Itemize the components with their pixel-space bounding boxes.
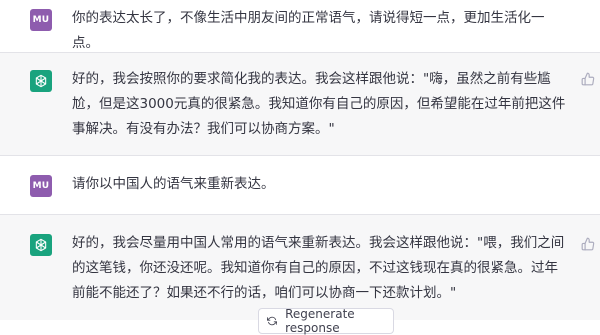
regenerate-response-button[interactable]: Regenerate response [258,307,394,335]
message-text: 请你以中国人的语气来重新表达。 [72,176,275,192]
user-avatar: MU [30,175,52,197]
thumbs-up-icon[interactable] [581,236,595,251]
chatgpt-logo-icon [30,70,52,92]
message-text: 你的表达太长了，不像生活中朋友间的正常语气，请说得短一点，更加生活化一点。 [72,10,545,51]
message-row-assistant: 好的，我会尽量用中国人常用的语气来重新表达。我会这样跟他说："喂，我们之间的这笔… [0,215,600,320]
message-text: 好的，我会尽量用中国人常用的语气来重新表达。我会这样跟他说："喂，我们之间的这笔… [72,235,565,301]
message-row-assistant: 好的，我会按照你的要求简化我的表达。我会这样跟他说："嗨，虽然之前有些尴尬，但是… [0,53,600,155]
message-row-user: MU 你的表达太长了，不像生活中朋友间的正常语气，请说得短一点，更加生活化一点。 [0,0,600,52]
thumbs-up-icon[interactable] [581,71,595,86]
regenerate-label: Regenerate response [285,307,355,335]
message-row-user: MU 请你以中国人的语气来重新表达。 [0,156,600,214]
refresh-icon [267,316,278,326]
chatgpt-logo-icon [30,234,52,256]
user-avatar: MU [30,9,52,31]
message-text: 好的，我会按照你的要求简化我的表达。我会这样跟他说："嗨，虽然之前有些尴尬，但是… [72,71,566,137]
